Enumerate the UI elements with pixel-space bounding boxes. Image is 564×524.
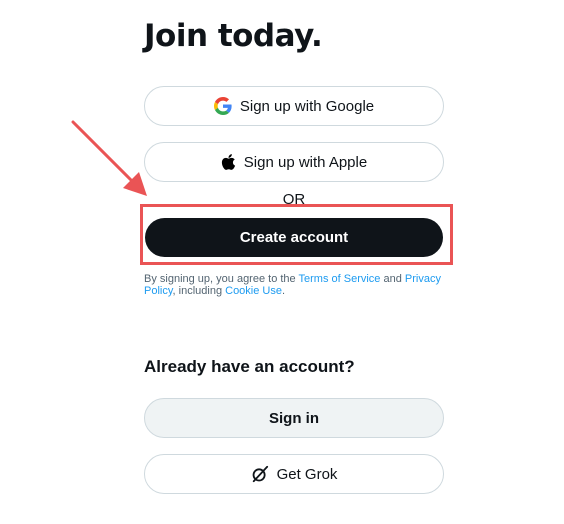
google-signup-label: Sign up with Google <box>239 97 375 115</box>
apple-signup-label: Sign up with Apple <box>243 153 368 171</box>
terms-text: By signing up, you agree to the Terms of… <box>144 273 441 297</box>
annotation-arrow <box>71 120 147 196</box>
grok-icon <box>251 465 269 483</box>
page-title: Join today. <box>144 18 323 54</box>
create-account-button[interactable]: Create account <box>145 218 443 257</box>
cookie-use-link[interactable]: Cookie Use <box>225 285 282 297</box>
terms-of-service-link[interactable]: Terms of Service <box>299 273 381 285</box>
already-have-account-heading: Already have an account? <box>144 357 355 376</box>
sign-in-button[interactable]: Sign in <box>144 398 444 438</box>
get-grok-label: Get Grok <box>276 465 338 483</box>
google-icon <box>213 97 232 115</box>
apple-icon <box>221 153 236 171</box>
or-divider: OR <box>282 191 306 208</box>
google-signup-button[interactable]: Sign up with Google <box>144 86 444 126</box>
get-grok-button[interactable]: Get Grok <box>144 454 444 494</box>
apple-signup-button[interactable]: Sign up with Apple <box>144 142 444 182</box>
